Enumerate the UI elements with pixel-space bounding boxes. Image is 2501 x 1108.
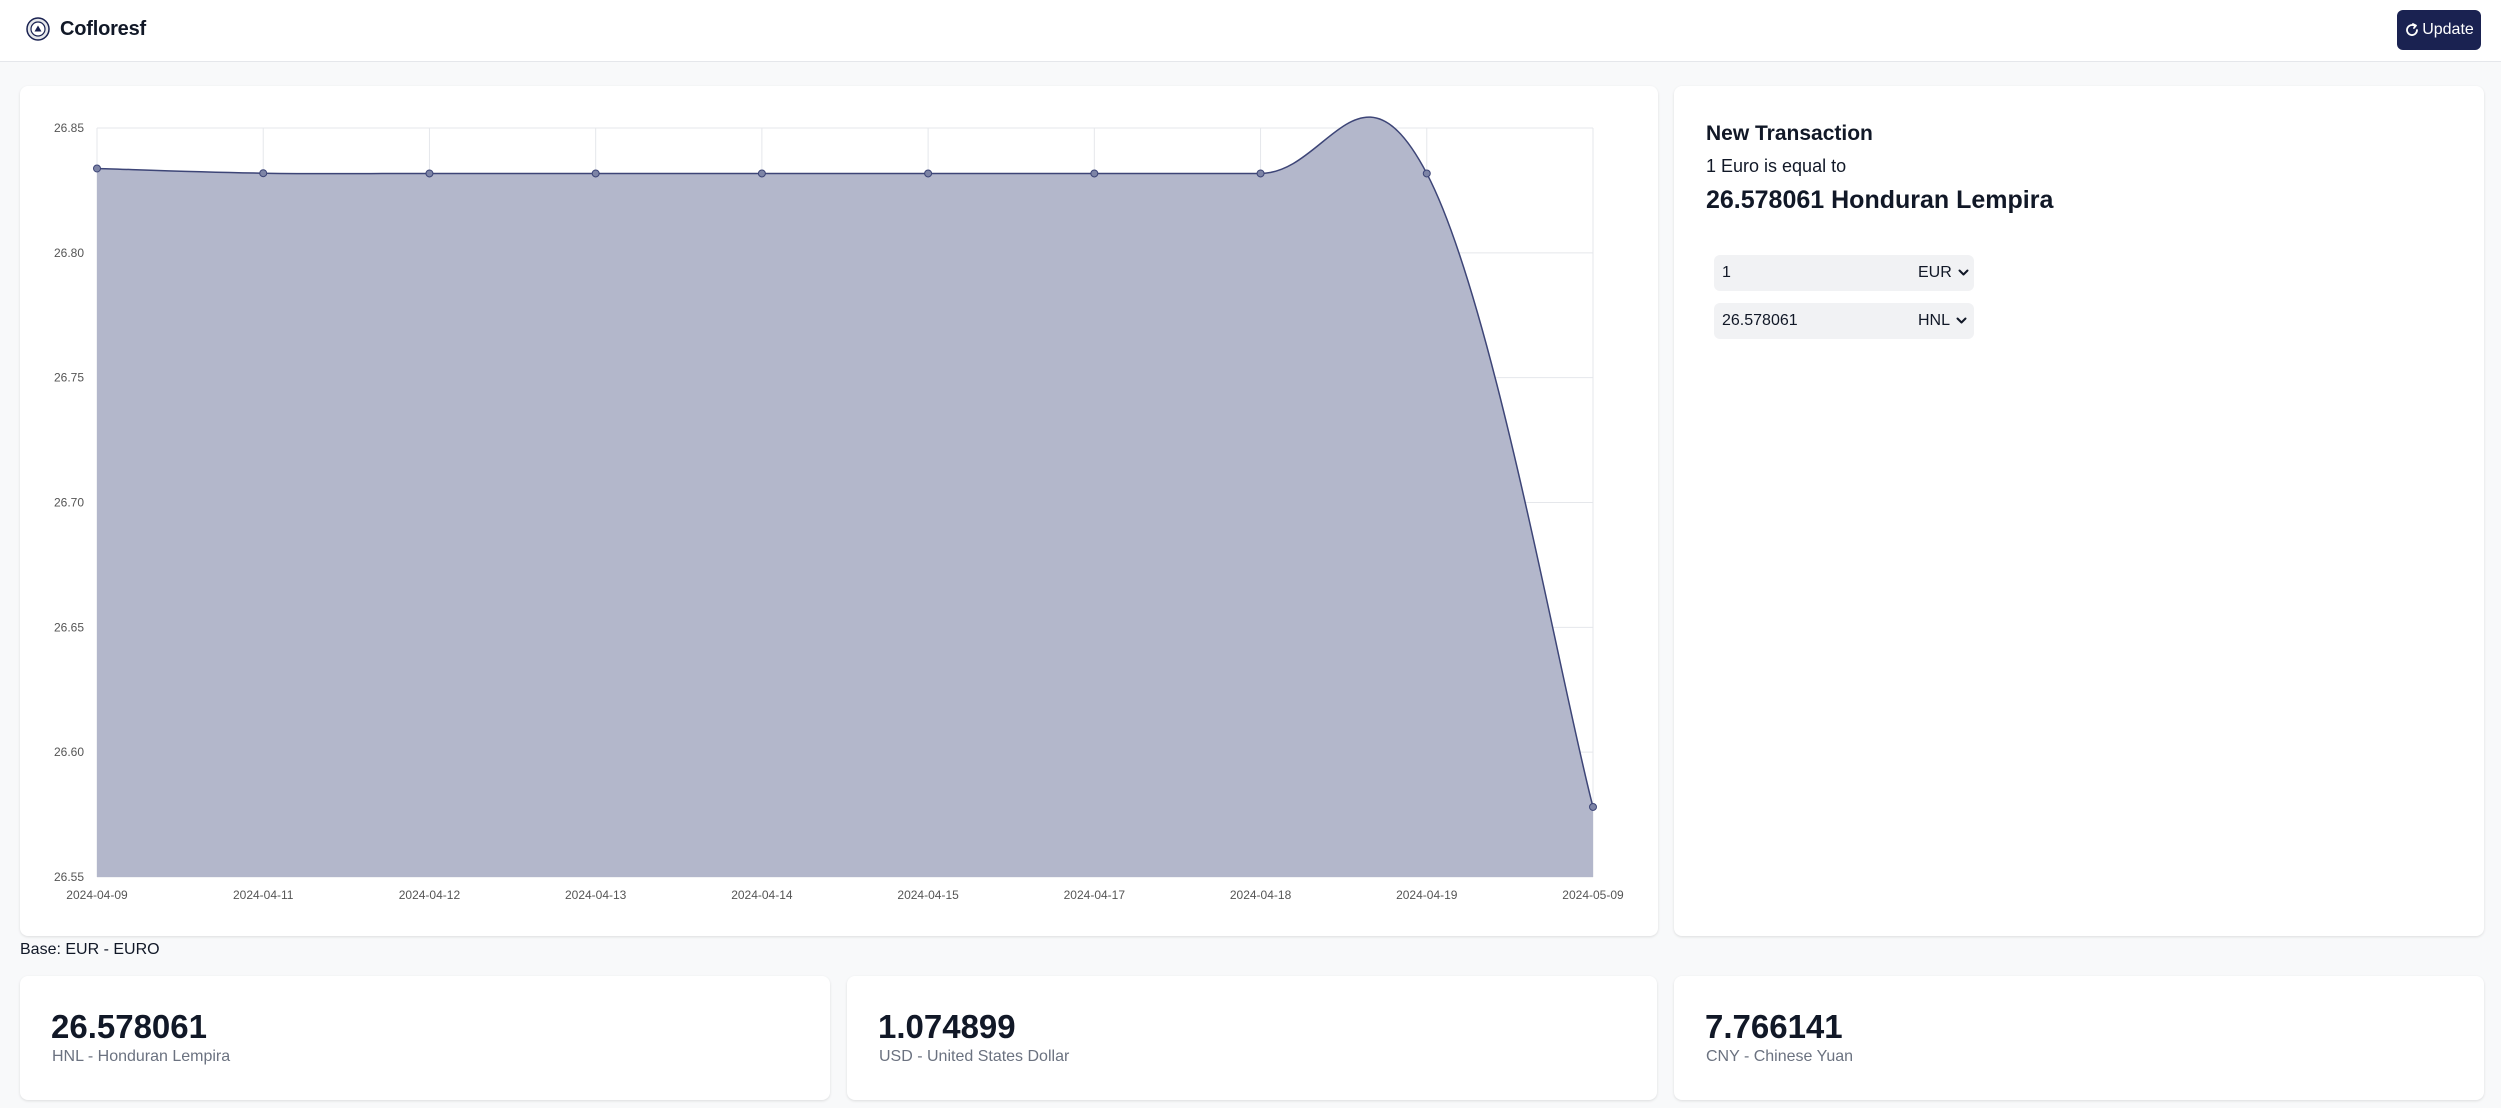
conversion-result: 26.578061 Honduran Lempira: [1706, 186, 2054, 214]
x-tick-label: 2024-05-09: [1562, 888, 1624, 902]
data-point[interactable]: [757, 169, 766, 178]
y-tick-label: 26.80: [54, 246, 84, 260]
from-currency-select[interactable]: EUR: [1910, 259, 1970, 287]
x-tick-label: 2024-04-17: [1064, 888, 1126, 902]
y-tick-label: 26.65: [54, 620, 84, 634]
transaction-subtitle: 1 Euro is equal to: [1706, 156, 1847, 176]
base-currency-label: Base: EUR - EURO: [20, 941, 160, 958]
x-tick-label: 2024-04-11: [233, 888, 294, 902]
data-point[interactable]: [1589, 802, 1597, 811]
rate-card-cny: 7.766141 CNY - Chinese Yuan: [1674, 976, 2484, 1100]
from-amount-row: EUR: [1714, 255, 1974, 291]
to-currency-value: HNL: [1918, 312, 1951, 329]
x-tick-label: 2024-04-18: [1230, 888, 1292, 902]
y-tick-label: 26.85: [54, 121, 84, 135]
new-transaction-card: New Transaction 1 Euro is equal to 26.57…: [1674, 86, 2484, 936]
data-point[interactable]: [1422, 169, 1431, 178]
to-amount-input[interactable]: [1714, 303, 1910, 339]
x-tick-label: 2024-04-19: [1396, 888, 1458, 902]
x-tick-label: 2024-04-13: [565, 888, 627, 902]
refresh-icon: [2406, 23, 2419, 36]
y-tick-label: 26.70: [54, 496, 84, 510]
rate-currency-label: CNY - Chinese Yuan: [1706, 1048, 1854, 1065]
transaction-title: New Transaction: [1706, 122, 1873, 145]
chevron-down-icon: [1956, 317, 1967, 324]
rate-currency-label: USD - United States Dollar: [879, 1048, 1070, 1065]
x-tick-label: 2024-04-14: [731, 888, 793, 902]
x-axis-ticks: 2024-04-09 2024-04-11 2024-04-12 2024-04-13…: [66, 888, 1624, 902]
chevron-down-icon: [1958, 269, 1969, 276]
y-tick-label: 26.60: [54, 745, 84, 759]
y-tick-label: 26.75: [54, 371, 84, 385]
data-point[interactable]: [1256, 169, 1265, 178]
rate-card-hnl: 26.578061 HNL - Honduran Lempira: [20, 976, 830, 1100]
top-header: Cofloresf Update: [0, 0, 2501, 62]
update-button[interactable]: Update: [2397, 10, 2481, 50]
data-point[interactable]: [1090, 169, 1099, 178]
data-point[interactable]: [591, 169, 600, 178]
x-tick-label: 2024-04-09: [66, 888, 128, 902]
to-currency-select[interactable]: HNL: [1910, 307, 1970, 335]
y-axis-ticks: 26.85 26.80 26.75 26.70 26.65 26.60 26.55: [54, 121, 84, 884]
from-amount-input[interactable]: [1714, 255, 1910, 291]
update-button-label: Update: [2422, 21, 2474, 38]
rate-card-usd: 1.074899 USD - United States Dollar: [847, 976, 1657, 1100]
rate-chart-card: 26.85 26.80 26.75 26.70 26.65 26.60 26.55 2024…: [20, 86, 1658, 936]
rate-history-chart: 26.85 26.80 26.75 26.70 26.65 26.60 26.55 2024…: [54, 116, 1624, 902]
y-tick-label: 26.55: [54, 870, 84, 884]
rate-currency-label: HNL - Honduran Lempira: [52, 1048, 231, 1065]
data-point[interactable]: [259, 169, 268, 178]
rate-value: 1.074899: [878, 1008, 1016, 1045]
rate-area-fill: [97, 117, 1593, 877]
rate-value: 26.578061: [51, 1008, 207, 1045]
from-currency-value: EUR: [1918, 264, 1952, 281]
data-point[interactable]: [924, 169, 933, 178]
data-point[interactable]: [93, 164, 101, 173]
coin-icon: [26, 17, 50, 41]
x-tick-label: 2024-04-12: [399, 888, 461, 902]
x-tick-label: 2024-04-15: [897, 888, 959, 902]
rate-value: 7.766141: [1705, 1008, 1843, 1045]
brand-name: Cofloresf: [60, 17, 146, 40]
to-amount-row: HNL: [1714, 303, 1974, 339]
data-point[interactable]: [425, 169, 434, 178]
brand[interactable]: Cofloresf: [26, 17, 146, 41]
